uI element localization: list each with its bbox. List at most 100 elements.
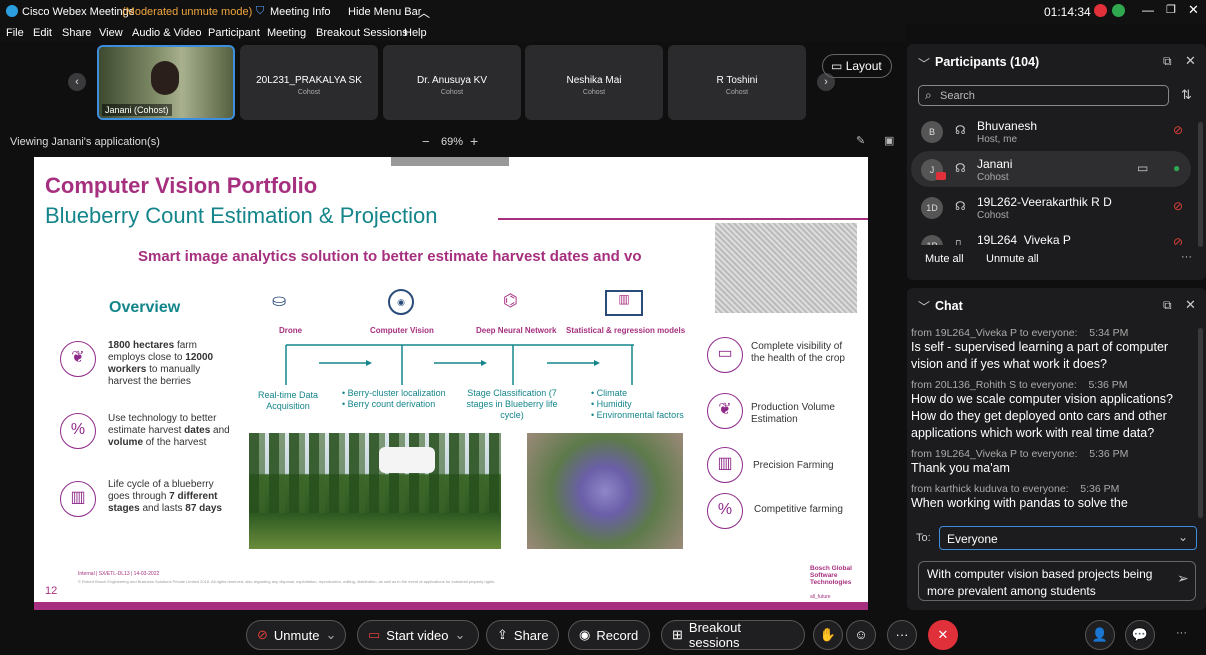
end-meeting-icon[interactable]: ✕ xyxy=(928,620,958,650)
tile-role: Cohost xyxy=(440,89,464,96)
drone-image xyxy=(379,447,435,473)
participant-name: Janani xyxy=(977,157,1013,171)
participants-toggle-icon[interactable]: 👤 xyxy=(1085,620,1115,650)
mic-muted-icon[interactable]: ⊘ xyxy=(1173,123,1183,137)
participant-search[interactable]: ⌕ Search xyxy=(918,85,1169,106)
layout-button[interactable]: ▭ Layout xyxy=(822,54,892,78)
tile-name: Dr. Anusuya KV xyxy=(416,75,488,86)
fact-text: Life cycle of a blueberry goes through 7… xyxy=(108,479,222,514)
video-camera-icon[interactable]: ▭ xyxy=(1137,161,1148,175)
video-tile-anusuya[interactable]: Dr. Anusuya KV Cohost xyxy=(383,45,521,120)
send-icon[interactable]: ➢ xyxy=(1177,570,1189,587)
tree-line xyxy=(249,433,501,513)
minimize-icon[interactable]: — xyxy=(1142,3,1154,17)
step-desc: Stage Classification (7 stages in Bluebe… xyxy=(466,388,558,420)
participant-row[interactable]: B ☊ Bhuvanesh Host, me ⊘ xyxy=(911,113,1191,149)
reactions-icon[interactable]: ☺ xyxy=(846,620,876,650)
close-icon[interactable]: ✕ xyxy=(1185,297,1196,313)
collapse-chevron-icon[interactable]: ﹀ xyxy=(918,55,930,72)
computer-vision-icon: ◉ xyxy=(388,289,414,315)
chevron-up-icon[interactable]: ︿ xyxy=(418,4,430,21)
chat-text: Thank you ma'am xyxy=(911,461,1010,475)
participant-row[interactable]: 1P ▯ 19L264_Viveka P ⊘ xyxy=(911,227,1191,245)
menu-bar: File Edit Share View Audio & Video Parti… xyxy=(0,24,906,42)
page-number: 12 xyxy=(45,585,58,597)
step-label: Statistical & regression models xyxy=(566,326,686,335)
sort-icon[interactable]: ⇅ xyxy=(1181,87,1192,103)
person-silhouette xyxy=(151,61,179,95)
zoom-out-button[interactable]: − xyxy=(422,134,430,149)
prev-video-button[interactable]: ‹ xyxy=(68,73,86,91)
brand-tagline: all_future xyxy=(810,594,831,600)
participant-row[interactable]: 1D ☊ 19L262-Veerakarthik R D Cohost ⊘ xyxy=(911,189,1191,225)
video-overlay-placeholder xyxy=(715,223,857,313)
participants-scrollbar[interactable] xyxy=(1198,122,1203,247)
breakout-sessions-button[interactable]: ⊞ Breakout sessions xyxy=(661,620,805,650)
flow-diagram xyxy=(285,344,634,385)
participant-row[interactable]: J ☊ Janani Cohost ▭ ● xyxy=(911,151,1191,187)
zoom-level: 69% xyxy=(441,136,464,148)
more-options-icon[interactable]: ··· xyxy=(1181,251,1192,263)
meeting-info-button[interactable]: Meeting Info xyxy=(270,6,331,18)
step-label: Deep Neural Network xyxy=(476,326,557,335)
breakout-icon: ⊞ xyxy=(672,627,683,642)
video-tile-janani[interactable]: Janani (Cohost) xyxy=(97,45,235,120)
mic-muted-icon[interactable]: ⊘ xyxy=(1173,235,1183,245)
avatar: 1D xyxy=(921,197,943,219)
feature-text: Production Volume Estimation xyxy=(751,402,835,425)
hide-menu-bar-button[interactable]: Hide Menu Bar xyxy=(348,6,421,18)
share-control-icon[interactable]: ▣ xyxy=(884,134,894,147)
tile-name: R Toshini xyxy=(716,75,758,86)
unmute-button[interactable]: ⊘ Unmute ⌄ xyxy=(246,620,346,650)
feature-text: Precision Farming xyxy=(753,460,834,471)
share-button[interactable]: ⇪ Share xyxy=(486,620,559,650)
video-tile-prakalya[interactable]: 20L231_PRAKALYA SK Cohost xyxy=(240,45,378,120)
popout-icon[interactable]: ⧉ xyxy=(1163,54,1172,69)
flow-arrowhead xyxy=(366,360,372,366)
mic-active-icon[interactable]: ● xyxy=(1173,161,1180,175)
close-icon[interactable]: ✕ xyxy=(1188,2,1199,18)
more-options-icon[interactable]: ··· xyxy=(887,620,917,650)
close-icon[interactable]: ✕ xyxy=(1185,53,1196,69)
plant-icon: ❦ xyxy=(707,393,743,429)
chat-toggle-icon[interactable]: 💬 xyxy=(1125,620,1155,650)
menu-audio-video[interactable]: Audio & Video xyxy=(132,27,202,39)
mic-muted-icon[interactable]: ⊘ xyxy=(1173,199,1183,213)
share-label: Share xyxy=(513,627,549,643)
menu-help[interactable]: Help xyxy=(404,27,427,39)
video-tile-toshini[interactable]: R Toshini Cohost xyxy=(668,45,806,120)
unmute-all-button[interactable]: Unmute all xyxy=(986,253,1039,265)
video-tile-neshika[interactable]: Neshika Mai Cohost xyxy=(525,45,663,120)
slide-subtitle: Blueberry Count Estimation & Projection xyxy=(45,203,438,228)
menu-breakout[interactable]: Breakout Sessions xyxy=(316,27,408,39)
menu-file[interactable]: File xyxy=(6,27,24,39)
menu-view[interactable]: View xyxy=(99,27,123,39)
chat-scrollbar[interactable] xyxy=(1198,328,1203,518)
to-label: To: xyxy=(916,532,931,544)
chat-sender: from 19L264_Viveka P to everyone: 5:34 P… xyxy=(911,327,1129,339)
collapse-chevron-icon[interactable]: ﹀ xyxy=(918,298,930,315)
footer-tag: Internal | SX/ETL-DL13 | 14-03-2022 xyxy=(78,571,160,577)
menu-edit[interactable]: Edit xyxy=(33,27,52,39)
mute-all-button[interactable]: Mute all xyxy=(925,253,964,265)
annotate-icon[interactable]: ✎ xyxy=(856,134,865,147)
chat-input[interactable]: With computer vision based projects bein… xyxy=(918,561,1196,601)
restore-icon[interactable]: ❐ xyxy=(1166,3,1176,16)
record-button[interactable]: ◉ Record xyxy=(568,620,650,650)
participant-role: Cohost xyxy=(977,172,1009,183)
popout-icon[interactable]: ⧉ xyxy=(1163,298,1172,313)
step-desc: Real-time Data Acquisition xyxy=(257,390,319,411)
zoom-in-button[interactable]: + xyxy=(470,133,478,149)
menu-meeting[interactable]: Meeting xyxy=(267,27,306,39)
panel-more-icon[interactable]: ··· xyxy=(1176,627,1187,639)
menu-share[interactable]: Share xyxy=(62,27,91,39)
chat-sender: from 20L136_Rohith S to everyone: 5:36 P… xyxy=(911,379,1128,391)
feature-text: Complete visibility of the health of the… xyxy=(751,341,845,364)
start-video-button[interactable]: ▭ Start video ⌄ xyxy=(357,620,479,650)
raise-hand-icon[interactable]: ✋ xyxy=(813,620,843,650)
recipient-select[interactable]: Everyone ⌄ xyxy=(939,526,1197,550)
menu-participant[interactable]: Participant xyxy=(208,27,260,39)
chat-messages: from 19L264_Viveka P to everyone: 5:34 P… xyxy=(911,323,1193,523)
chat-sender: from karthick kuduva to everyone: 5:36 P… xyxy=(911,483,1120,495)
avatar: B xyxy=(921,121,943,143)
